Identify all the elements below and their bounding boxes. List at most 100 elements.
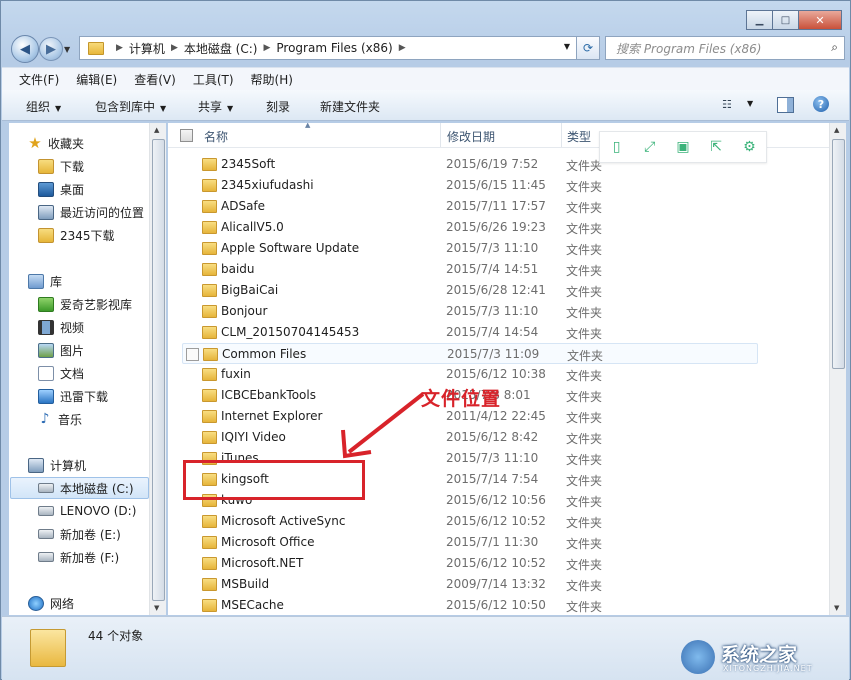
chevron-right-icon[interactable]: ▶ — [263, 43, 270, 53]
file-row[interactable]: 2345xiufudashi 2015/6/15 11:45 文件夹 — [182, 175, 756, 196]
scroll-up-icon[interactable]: ▲ — [154, 126, 159, 134]
file-row[interactable]: Common Files 2015/7/3 11:09 文件夹 — [182, 343, 758, 364]
sidebar-item-drive-e[interactable]: 新加卷 (E:) — [38, 524, 121, 544]
file-list-scrollbar[interactable]: ▲ ▼ — [829, 123, 846, 615]
breadcrumb-drive-c[interactable]: 本地磁盘 (C:) — [184, 40, 258, 57]
chevron-right-icon[interactable]: ▶ — [399, 43, 406, 53]
menu-file[interactable]: 文件(F) — [2, 71, 68, 88]
sidebar-item-documents[interactable]: 文档 — [38, 363, 84, 383]
file-row[interactable]: MSECache 2015/6/12 10:50 文件夹 — [182, 595, 756, 615]
iqiyi-library-icon — [38, 296, 54, 312]
star-icon: ★ — [28, 134, 42, 152]
file-row[interactable]: Microsoft Office 2015/7/1 11:30 文件夹 — [182, 532, 756, 553]
preview-pane-icon[interactable] — [777, 97, 794, 113]
column-name[interactable]: 名称 — [204, 128, 228, 145]
file-type: 文件夹 — [566, 222, 603, 236]
share-icon[interactable]: ⇱ — [707, 139, 725, 155]
file-row[interactable]: fuxin 2015/6/12 10:38 文件夹 — [182, 364, 756, 385]
file-row[interactable]: Apple Software Update 2015/7/3 11:10 文件夹 — [182, 238, 756, 259]
sidebar-item-recent-places[interactable]: 最近访问的位置 — [38, 202, 144, 222]
sidebar-item-drive-c[interactable]: 本地磁盘 (C:) — [10, 477, 149, 499]
sidebar-item-xunlei-downloads[interactable]: 迅雷下载 — [38, 386, 108, 406]
column-divider[interactable] — [440, 123, 441, 147]
chevron-down-icon[interactable]: ▼ — [747, 99, 753, 108]
file-name: Microsoft ActiveSync — [221, 514, 346, 528]
watermark-logo — [681, 640, 715, 674]
copy-icon[interactable]: ▯ — [608, 139, 626, 155]
chevron-right-icon[interactable]: ▶ — [171, 43, 178, 53]
scroll-down-icon[interactable]: ▼ — [834, 604, 839, 612]
close-button[interactable]: ✕ — [799, 10, 842, 30]
folder-icon — [202, 368, 217, 381]
sidebar-item-desktop[interactable]: 桌面 — [38, 179, 84, 199]
annotation-label: 文件位置 — [421, 388, 502, 410]
file-type: 文件夹 — [566, 432, 603, 446]
sidebar-item-favorites[interactable]: ★ 收藏夹 — [28, 133, 84, 153]
file-row[interactable]: IQIYI Video 2015/6/12 8:42 文件夹 — [182, 427, 756, 448]
file-row[interactable]: baidu 2015/7/4 14:51 文件夹 — [182, 259, 756, 280]
new-folder-button[interactable]: 新建文件夹 — [320, 98, 380, 115]
refresh-button[interactable]: ⟳ — [576, 36, 600, 60]
scroll-down-icon[interactable]: ▼ — [154, 604, 159, 612]
scrollbar-thumb[interactable] — [832, 139, 845, 369]
recent-places-icon — [38, 204, 54, 220]
file-row[interactable]: Microsoft.NET 2015/6/12 10:52 文件夹 — [182, 553, 756, 574]
navigation-pane-scrollbar[interactable]: ▲ ▼ — [149, 123, 166, 615]
row-checkbox[interactable] — [186, 348, 199, 361]
sidebar-item-drive-d[interactable]: LENOVO (D:) — [38, 501, 136, 521]
column-divider[interactable] — [561, 123, 562, 147]
menu-tools[interactable]: 工具(T) — [185, 71, 243, 88]
scroll-up-icon[interactable]: ▲ — [834, 126, 839, 134]
expand-icon[interactable]: ⤢ — [641, 139, 659, 155]
maximize-button[interactable]: □ — [773, 10, 799, 30]
sidebar-item-2345-downloads[interactable]: 2345下载 — [38, 225, 115, 245]
file-name: MSBuild — [221, 577, 270, 591]
file-row[interactable]: Bonjour 2015/7/3 11:10 文件夹 — [182, 301, 756, 322]
file-name: fuxin — [221, 367, 251, 381]
help-icon[interactable]: ? — [813, 96, 829, 112]
sidebar-item-music[interactable]: ♪ 音乐 — [38, 409, 82, 429]
organize-button[interactable]: 组织 ▼ — [26, 98, 61, 115]
chevron-right-icon: ▶ — [116, 43, 123, 53]
breadcrumb-computer[interactable]: 计算机 — [129, 40, 165, 57]
sidebar-item-libraries[interactable]: 库 — [28, 271, 62, 291]
view-options-icon[interactable]: ☷ — [722, 98, 736, 111]
file-row[interactable]: MSBuild 2009/7/14 13:32 文件夹 — [182, 574, 756, 595]
forward-button[interactable]: ▶ — [39, 37, 63, 61]
sidebar-item-iqiyi-library[interactable]: 爱奇艺影视库 — [38, 294, 132, 314]
search-input[interactable]: 搜索 Program Files (x86) ⌕ — [605, 36, 845, 60]
sidebar-item-network[interactable]: 网络 — [28, 593, 74, 613]
minimize-button[interactable]: ▁ — [746, 10, 773, 30]
include-in-library-button[interactable]: 包含到库中 ▼ — [95, 98, 166, 115]
select-all-checkbox[interactable] — [180, 129, 193, 142]
address-bar[interactable]: ▶ 计算机 ▶ 本地磁盘 (C:) ▶ Program Files (x86) … — [79, 36, 577, 60]
share-button[interactable]: 共享 ▼ — [198, 98, 233, 115]
sidebar-item-drive-f[interactable]: 新加卷 (F:) — [38, 547, 119, 567]
sidebar-item-pictures[interactable]: 图片 — [38, 340, 84, 360]
save-icon[interactable]: ▣ — [674, 139, 692, 155]
column-type[interactable]: 类型 — [567, 128, 591, 145]
search-icon[interactable]: ⌕ — [831, 40, 838, 55]
hard-drive-icon — [38, 552, 54, 562]
breadcrumb-program-files[interactable]: Program Files (x86) — [276, 41, 392, 55]
address-dropdown-icon[interactable]: ▼ — [564, 42, 570, 51]
scrollbar-thumb[interactable] — [152, 139, 165, 601]
settings-gear-icon[interactable]: ⚙ — [740, 139, 758, 155]
file-row[interactable]: ADSafe 2015/7/11 17:57 文件夹 — [182, 196, 756, 217]
watermark-title: 系统之家 — [721, 644, 798, 666]
menu-view[interactable]: 查看(V) — [126, 71, 185, 88]
burn-button[interactable]: 刻录 — [266, 98, 290, 115]
menu-edit[interactable]: 编辑(E) — [68, 71, 126, 88]
sidebar-item-videos[interactable]: 视频 — [38, 317, 84, 337]
file-row[interactable]: Microsoft ActiveSync 2015/6/12 10:52 文件夹 — [182, 511, 756, 532]
sidebar-item-downloads[interactable]: 下载 — [38, 156, 84, 176]
column-date[interactable]: 修改日期 — [447, 128, 495, 145]
menu-help[interactable]: 帮助(H) — [243, 71, 302, 88]
file-row[interactable]: CLM_20150704145453 2015/7/4 14:54 文件夹 — [182, 322, 756, 343]
recent-pages-dropdown[interactable]: ▼ — [64, 45, 70, 54]
sidebar-item-computer[interactable]: 计算机 — [28, 455, 86, 475]
file-row[interactable]: AlicallV5.0 2015/6/26 19:23 文件夹 — [182, 217, 756, 238]
file-row[interactable]: BigBaiCai 2015/6/28 12:41 文件夹 — [182, 280, 756, 301]
picture-icon — [38, 342, 54, 358]
back-button[interactable]: ◀ — [11, 35, 39, 63]
